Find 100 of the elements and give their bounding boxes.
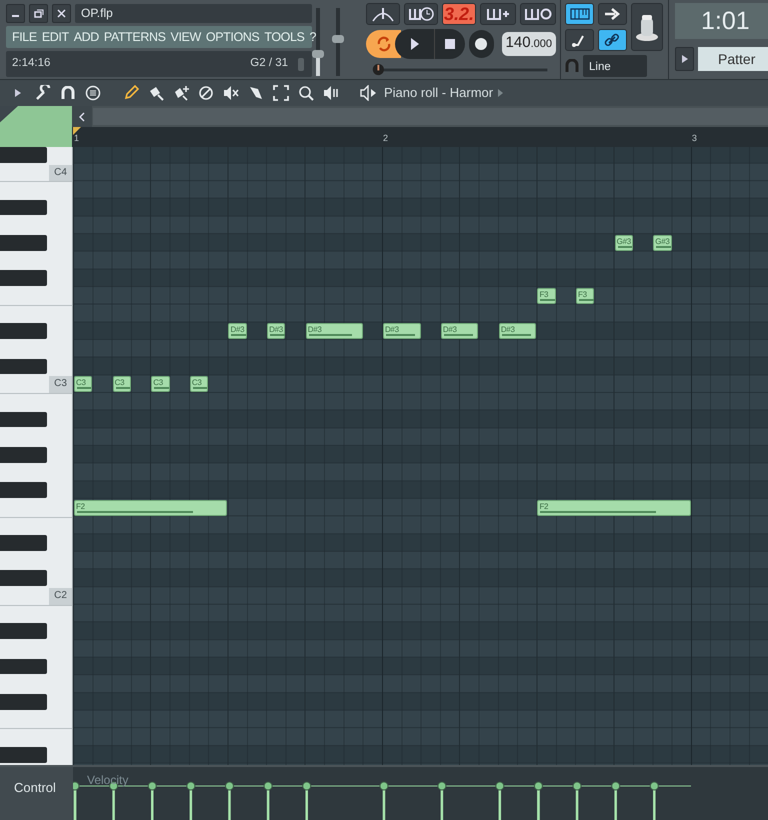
pattern-selector[interactable]: Patter <box>698 47 768 71</box>
close-icon <box>57 9 66 18</box>
knob-icon <box>635 12 659 42</box>
delete-tool[interactable] <box>196 83 216 103</box>
keyboard-icon <box>570 7 590 21</box>
stop-icon <box>445 38 456 49</box>
wait-button[interactable] <box>404 3 438 25</box>
sharp-key[interactable] <box>0 746 47 763</box>
note-block[interactable]: D#3 <box>306 323 363 340</box>
metronome-button[interactable] <box>366 3 400 25</box>
song-mode-button[interactable] <box>366 30 402 58</box>
key-label: C4 <box>49 164 72 182</box>
arrow-button[interactable] <box>598 3 627 25</box>
target-channel-panel[interactable] <box>0 106 72 147</box>
note-block[interactable]: F3 <box>576 288 594 304</box>
sharp-key[interactable] <box>0 200 47 216</box>
triangle-icon <box>682 55 688 63</box>
metronome-icon <box>371 6 395 22</box>
options-button[interactable] <box>83 83 103 103</box>
sharp-key[interactable] <box>0 412 47 428</box>
pencil-icon <box>123 85 139 101</box>
magnet-icon <box>61 86 75 100</box>
sharp-key[interactable] <box>0 358 47 374</box>
key-label: C3 <box>49 376 72 393</box>
menu-item[interactable]: TOOLS <box>264 28 304 46</box>
snap-dropdown[interactable]: Line <box>583 55 647 77</box>
triangle-icon <box>498 89 504 97</box>
volume-slider[interactable] <box>312 8 324 76</box>
piano-keyboard[interactable]: C4 C3 C2 <box>0 147 73 765</box>
note-block[interactable]: F2 <box>74 500 228 516</box>
note-block[interactable]: D#3 <box>382 323 421 340</box>
note-block[interactable]: C3 <box>190 376 208 392</box>
sharp-key[interactable] <box>0 446 47 463</box>
keyboard-button[interactable] <box>565 3 594 25</box>
note-block[interactable]: F3 <box>537 288 556 304</box>
note-block[interactable]: C3 <box>151 376 170 392</box>
slice-icon <box>248 85 264 101</box>
note-block[interactable]: G#3 <box>653 235 672 252</box>
knob-icon <box>296 56 306 72</box>
restore-button[interactable] <box>29 4 48 23</box>
note-block[interactable]: D#3 <box>228 323 247 340</box>
select-tool[interactable] <box>271 83 291 103</box>
magnet-icon <box>565 59 579 73</box>
record-button[interactable] <box>468 30 494 58</box>
minimize-button[interactable] <box>6 4 25 23</box>
sharp-key[interactable] <box>0 270 47 286</box>
menu-item[interactable]: ADD <box>74 28 99 46</box>
menu-item[interactable]: EDIT <box>42 28 69 46</box>
record-icon <box>475 38 488 50</box>
step-button[interactable] <box>565 29 594 51</box>
scroll-left-button[interactable] <box>72 106 92 127</box>
loop-icon <box>524 7 552 21</box>
note-block[interactable]: D#3 <box>498 323 536 340</box>
menu-item[interactable]: ? <box>310 28 316 46</box>
link-button[interactable] <box>598 29 627 51</box>
timeline-ruler[interactable]: 1 2 3 <box>72 127 768 147</box>
main-volume-knob[interactable] <box>631 3 663 51</box>
play-button[interactable] <box>395 29 434 59</box>
sharp-key[interactable] <box>0 570 47 586</box>
note-block[interactable]: F2 <box>537 500 691 516</box>
bar-number: 1 <box>74 132 80 145</box>
pattern-arrow-button[interactable] <box>675 47 694 71</box>
play-icon <box>410 38 420 50</box>
control-label: Control <box>0 767 73 820</box>
window-title: OP.flp <box>75 4 312 23</box>
arrow-icon <box>602 7 622 21</box>
note-block[interactable]: C3 <box>74 376 92 392</box>
close-button[interactable] <box>52 4 71 23</box>
menu-item[interactable]: PATTERNS <box>104 28 166 46</box>
tempo-field[interactable]: 140.000 <box>502 32 556 56</box>
key-label: C2 <box>49 588 72 605</box>
note-block[interactable]: C3 <box>112 376 131 392</box>
note-grid[interactable]: G#3 G#3 F3 F3 D#3 D#3 D#3 D#3 D#3 D#3 C3 C3 C3 C3 F2 F2 <box>73 147 768 765</box>
note-block[interactable]: G#3 <box>614 235 633 252</box>
menu-item[interactable]: FILE <box>12 28 37 46</box>
sharp-key[interactable] <box>0 658 47 674</box>
menu-item[interactable]: OPTIONS <box>206 28 260 46</box>
stop-button[interactable] <box>434 29 465 59</box>
delete-icon <box>198 85 214 101</box>
zoom-icon <box>298 85 314 101</box>
menu-item[interactable]: VIEW <box>170 28 201 46</box>
clock-icon <box>408 6 434 22</box>
step-add-button[interactable] <box>480 3 516 25</box>
wrench-icon <box>35 85 51 101</box>
bar-number: 3 <box>692 132 697 145</box>
brush-icon <box>148 85 164 101</box>
time-readout: 2:14:16 <box>12 56 50 72</box>
sharp-key[interactable] <box>0 623 47 640</box>
loop-record-button[interactable] <box>520 3 556 25</box>
velocity-lane-label: Velocity <box>87 772 128 789</box>
chevron-left-icon <box>79 112 85 122</box>
pitch-slider[interactable] <box>332 8 344 76</box>
note-block[interactable]: D#3 <box>440 323 478 340</box>
step-plus-icon <box>486 7 510 21</box>
restore-icon <box>34 9 44 18</box>
brush-plus-icon <box>173 85 189 101</box>
note-block[interactable]: D#3 <box>267 323 286 340</box>
options-icon <box>85 85 101 101</box>
zoom-tool[interactable] <box>296 83 316 103</box>
menu-arrow-icon <box>15 89 21 97</box>
